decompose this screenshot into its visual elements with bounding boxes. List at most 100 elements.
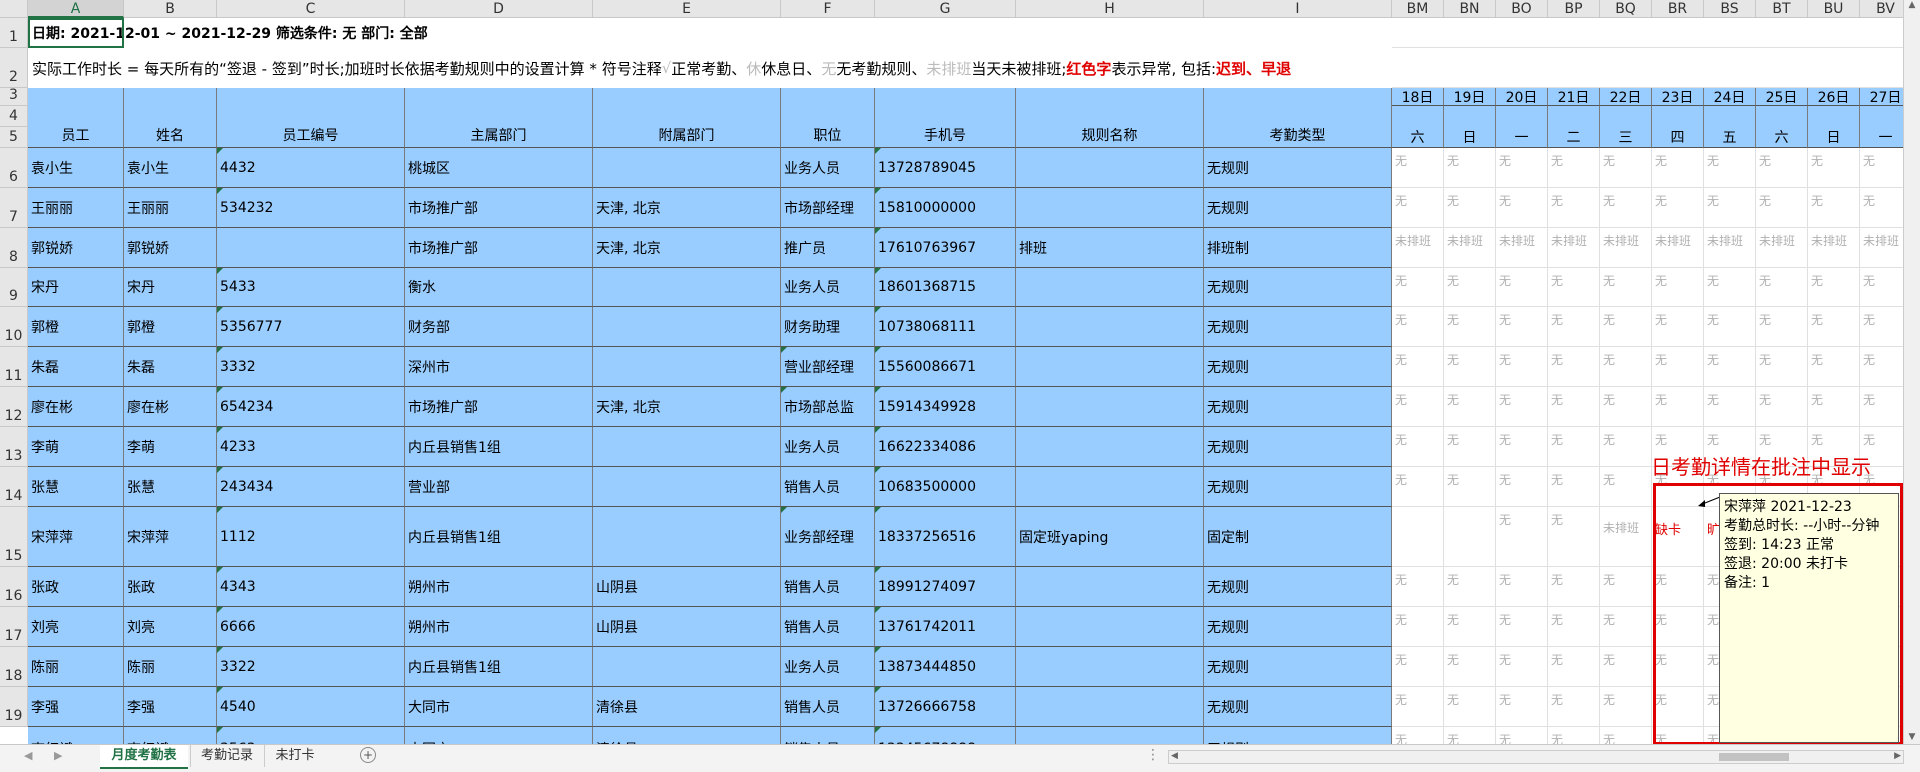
employee-emp[interactable]: 宋丹	[28, 268, 124, 307]
employee-dept[interactable]: 桃城区	[405, 148, 593, 188]
employee-rule[interactable]	[1016, 387, 1204, 427]
day-cell[interactable]: 无	[1444, 387, 1496, 427]
employee-rule[interactable]	[1016, 188, 1204, 228]
employee-emp[interactable]: 廖在彬	[28, 387, 124, 427]
employee-emp[interactable]: 陈丽	[28, 647, 124, 687]
header-pos[interactable]: 职位	[781, 88, 875, 148]
day-cell[interactable]: 无	[1756, 387, 1808, 427]
day-cell[interactable]: 无	[1600, 148, 1652, 188]
day-cell[interactable]: 未排班	[1600, 228, 1652, 268]
employee-dept[interactable]: 营业部	[405, 467, 593, 507]
row-header[interactable]: 2	[0, 48, 28, 88]
day-cell[interactable]: 无	[1392, 387, 1444, 427]
day-cell[interactable]: 无	[1496, 467, 1548, 507]
employee-sub[interactable]: 天津, 北京	[593, 387, 781, 427]
employee-type[interactable]: 无规则	[1204, 148, 1392, 188]
employee-sub[interactable]	[593, 507, 781, 567]
employee-rule[interactable]	[1016, 467, 1204, 507]
employee-pos[interactable]: 业务人员	[781, 268, 875, 307]
employee-sub[interactable]: 山阴县	[593, 607, 781, 647]
employee-emp[interactable]: 郭锐娇	[28, 228, 124, 268]
employee-rule[interactable]	[1016, 427, 1204, 467]
column-header-a[interactable]: A	[28, 0, 124, 18]
employee-sub[interactable]: 清徐县	[593, 687, 781, 727]
column-header-bt[interactable]: BT	[1756, 0, 1808, 18]
employee-id[interactable]: 6666	[217, 607, 405, 647]
row-header[interactable]: 5	[0, 127, 28, 148]
employee-name[interactable]: 张慧	[124, 467, 217, 507]
employee-name[interactable]: 朱磊	[124, 347, 217, 387]
employee-name[interactable]: 宋萍萍	[124, 507, 217, 567]
employee-sub[interactable]	[593, 347, 781, 387]
employee-type[interactable]: 无规则	[1204, 307, 1392, 347]
day-cell[interactable]: 未排班	[1756, 228, 1808, 268]
nav-next-icon[interactable]: ▶	[54, 749, 62, 762]
employee-emp[interactable]: 张慧	[28, 467, 124, 507]
day-cell[interactable]: 无	[1600, 647, 1652, 687]
employee-name[interactable]: 廖在彬	[124, 387, 217, 427]
day-cell[interactable]: 无	[1548, 148, 1600, 188]
employee-sub[interactable]	[593, 647, 781, 687]
employee-id[interactable]	[217, 228, 405, 268]
day-cell[interactable]: 未排班	[1548, 228, 1600, 268]
day-cell[interactable]: 无	[1756, 268, 1808, 307]
day-cell[interactable]: 无	[1444, 607, 1496, 647]
day-cell[interactable]: 无	[1496, 567, 1548, 607]
day-cell[interactable]: 无	[1756, 148, 1808, 188]
employee-rule[interactable]	[1016, 647, 1204, 687]
day-cell[interactable]: 无	[1444, 268, 1496, 307]
scroll-left-icon[interactable]: ◀	[1171, 751, 1178, 761]
employee-type[interactable]: 无规则	[1204, 567, 1392, 607]
employee-pos[interactable]: 业务部经理	[781, 507, 875, 567]
day-cell[interactable]: 无	[1496, 268, 1548, 307]
employee-type[interactable]: 无规则	[1204, 387, 1392, 427]
day-cell[interactable]: 无	[1548, 347, 1600, 387]
row-header[interactable]: 17	[0, 607, 28, 647]
employee-sub[interactable]	[593, 148, 781, 188]
weekday-header[interactable]: 四	[1652, 127, 1704, 148]
day-cell[interactable]: 无	[1600, 567, 1652, 607]
day-cell[interactable]: 无	[1548, 467, 1600, 507]
date-header[interactable]: 24日	[1704, 88, 1756, 106]
horizontal-scrollbar[interactable]: ◀ ▶	[1168, 750, 1904, 764]
employee-emp[interactable]: 朱磊	[28, 347, 124, 387]
column-header-d[interactable]: D	[405, 0, 593, 18]
employee-id[interactable]: 3332	[217, 347, 405, 387]
row-header[interactable]: 3	[0, 87, 28, 106]
weekday-header[interactable]: 二	[1548, 127, 1600, 148]
row-header[interactable]: 9	[0, 268, 28, 307]
employee-id[interactable]: 1112	[217, 507, 405, 567]
header-sub[interactable]: 附属部门	[593, 88, 781, 148]
day-cell[interactable]: 无	[1444, 148, 1496, 188]
date-header[interactable]: 19日	[1444, 88, 1496, 106]
row-header[interactable]: 10	[0, 307, 28, 347]
employee-sub[interactable]	[593, 427, 781, 467]
day-cell[interactable]: 无	[1444, 427, 1496, 467]
day-cell[interactable]: 无	[1704, 148, 1756, 188]
horizontal-scroll-thumb[interactable]	[1719, 753, 1789, 761]
employee-emp[interactable]: 王丽丽	[28, 188, 124, 228]
day-cell[interactable]: 无	[1392, 607, 1444, 647]
employee-type[interactable]: 固定制	[1204, 507, 1392, 567]
day-cell[interactable]: 无	[1600, 307, 1652, 347]
employee-rule[interactable]	[1016, 567, 1204, 607]
tab-monthly[interactable]: 月度考勤表	[100, 745, 188, 769]
day-cell[interactable]: 无	[1392, 188, 1444, 228]
date-header[interactable]: 21日	[1548, 88, 1600, 106]
employee-dept[interactable]: 市场推广部	[405, 387, 593, 427]
employee-emp[interactable]: 刘亮	[28, 607, 124, 647]
employee-rule[interactable]: 固定班yaping	[1016, 507, 1204, 567]
vertical-scrollbar[interactable]: ▲ ▼	[1903, 0, 1920, 744]
day-cell[interactable]: 未排班	[1704, 228, 1756, 268]
day-cell[interactable]: 无	[1392, 467, 1444, 507]
column-header-bo[interactable]: BO	[1496, 0, 1548, 18]
employee-name[interactable]: 刘亮	[124, 607, 217, 647]
employee-name[interactable]: 陈丽	[124, 647, 217, 687]
day-cell[interactable]: 无	[1496, 427, 1548, 467]
employee-phone[interactable]: 13873444850	[875, 647, 1016, 687]
day-cell[interactable]: 无	[1496, 148, 1548, 188]
day-cell[interactable]: 无	[1392, 427, 1444, 467]
employee-type[interactable]: 排班制	[1204, 228, 1392, 268]
day-cell[interactable]: 无	[1444, 647, 1496, 687]
header-dept[interactable]: 主属部门	[405, 88, 593, 148]
